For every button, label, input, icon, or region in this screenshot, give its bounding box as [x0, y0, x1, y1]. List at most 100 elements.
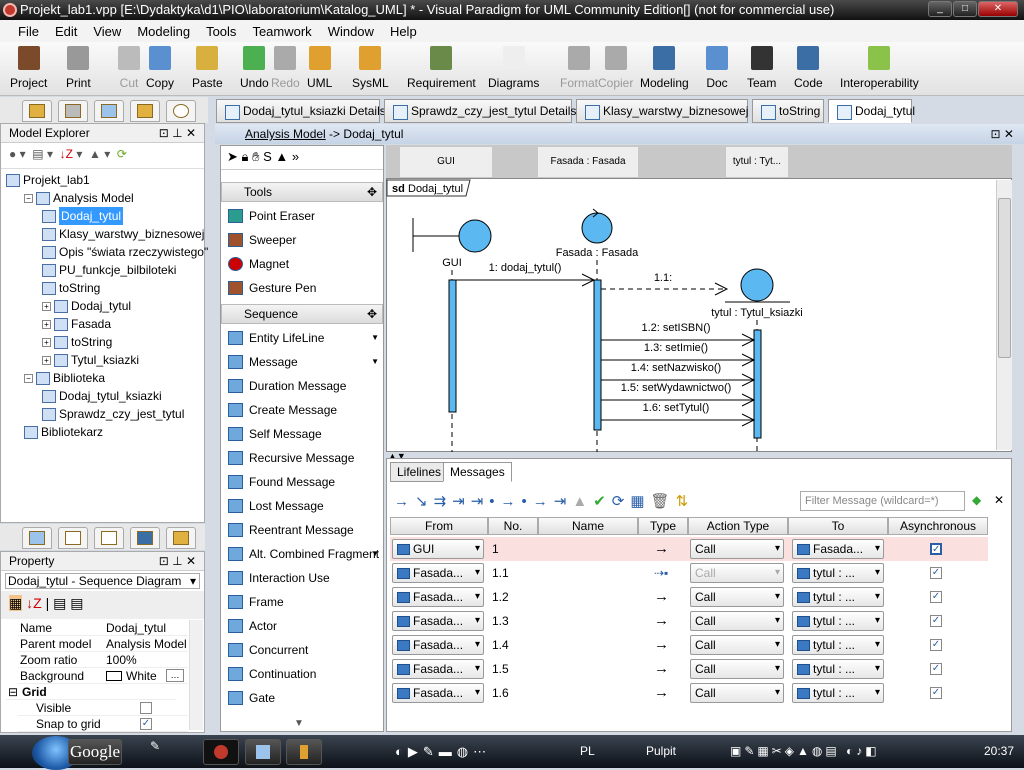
quick-launch-icons[interactable]: ◐▶✎▬◍⋯ — [395, 744, 491, 760]
tab-zoom[interactable] — [58, 527, 88, 549]
to-dropdown[interactable]: tytul : ... — [792, 611, 884, 631]
tab-diagram-navigator[interactable] — [58, 100, 88, 122]
messages-toolbar[interactable]: →↘⇉⇥⇥•→•→⇥▲✔⟳▦🗑︎⇅ — [394, 492, 694, 510]
tree-item[interactable]: Klasy_warstwy_biznesowej — [42, 225, 204, 243]
asynchronous-checkbox[interactable]: ✓ — [930, 639, 942, 651]
panel-controls[interactable]: ⊡ ⊥ ✕ — [159, 124, 204, 142]
clock[interactable]: 20:37 — [984, 744, 1014, 758]
doc-tab[interactable]: Sprawdz_czy_jest_tytul Details — [384, 99, 576, 123]
to-dropdown[interactable]: tytul : ... — [792, 659, 884, 679]
visible-checkbox[interactable] — [140, 702, 152, 714]
toolbar-interoperability-button[interactable]: Interoperability — [840, 46, 919, 90]
property-row[interactable]: Name Dodaj_tytul — [18, 620, 188, 636]
tree-item[interactable]: Projekt_lab1 — [6, 171, 90, 189]
palette-item[interactable]: Actor — [221, 615, 383, 637]
menu-modeling[interactable]: Modeling — [129, 20, 198, 42]
property-value[interactable]: Dodaj_tytul — [106, 620, 166, 636]
table-row[interactable]: Fasada... 1.5 → Call tytul : ... ✓ — [390, 657, 988, 681]
tree-item[interactable]: − Analysis Model — [24, 189, 134, 207]
action-type-dropdown[interactable]: Call — [690, 611, 784, 631]
asynchronous-checkbox[interactable]: ✓ — [930, 591, 942, 603]
toolbar-copy-button[interactable]: Copy — [146, 46, 174, 90]
to-dropdown[interactable]: tytul : ... — [792, 563, 884, 583]
tab-other[interactable] — [166, 527, 196, 549]
palette-toolbar[interactable]: ➤ 🔒︎ ✋︎ S ▲ » — [221, 146, 383, 170]
expand-toggle-icon[interactable]: + — [42, 355, 51, 365]
table-row[interactable]: Fasada... 1.1 ⇢▪ Call tytul : ... ✓ — [390, 561, 988, 585]
table-row[interactable]: Fasada... 1.2 → Call tytul : ... ✓ — [390, 585, 988, 609]
asynchronous-checkbox[interactable]: ✓ — [930, 663, 942, 675]
from-dropdown[interactable]: Fasada... — [392, 563, 484, 583]
column-header-from[interactable]: From — [390, 517, 488, 535]
menu-tools[interactable]: Tools — [198, 20, 244, 42]
task-app-2[interactable] — [245, 739, 281, 765]
palette-item[interactable]: Continuation — [221, 663, 383, 685]
chevron-down-icon[interactable]: ▼ — [371, 543, 379, 565]
breadcrumb-model-link[interactable]: Analysis Model — [245, 127, 326, 141]
tree-item[interactable]: + Tytul_ksiazki — [42, 351, 139, 369]
explorer-toolbar[interactable]: ● ▾ ▤ ▾ ↓Z ▾ ▲ ▾ ⟳ — [1, 143, 204, 169]
close-button[interactable]: ✕ — [978, 1, 1018, 17]
diagram-vertical-scrollbar[interactable] — [996, 180, 1012, 450]
toolbar-format-button[interactable]: Format — [560, 46, 598, 90]
table-row[interactable]: GUI 1 → Call Fasada... ✓ — [390, 537, 988, 561]
palette-item[interactable]: Create Message — [221, 399, 383, 421]
palette-item[interactable]: Frame — [221, 591, 383, 613]
doc-tab[interactable]: Dodaj_tytul_ksiazki Details — [216, 99, 386, 123]
palette-tool[interactable]: Point Eraser — [221, 205, 383, 227]
palette-item[interactable]: Found Message — [221, 471, 383, 493]
column-header-no[interactable]: No. — [488, 517, 538, 535]
property-group-grid[interactable]: ⊟ Grid — [6, 684, 176, 700]
tab-lifelines[interactable]: Lifelines — [390, 462, 449, 482]
property-value[interactable]: 100% — [106, 652, 137, 668]
toolbar-undo-button[interactable]: Undo — [240, 46, 269, 90]
tree-item[interactable]: Dodaj_tytul_ksiazki — [42, 387, 162, 405]
toolbar-team-button[interactable]: Team — [747, 46, 776, 90]
palette-item[interactable]: Alt. Combined Fragment ▼ — [221, 543, 383, 565]
minimize-button[interactable]: _ — [928, 1, 952, 17]
collapse-icon[interactable]: ⊟ — [8, 684, 18, 700]
expand-toggle-icon[interactable]: − — [24, 193, 33, 203]
toolbar-copier-button[interactable]: Copier — [598, 46, 633, 90]
palette-item[interactable]: Recursive Message — [221, 447, 383, 469]
tytul-entity-circle[interactable] — [740, 268, 774, 302]
filter-message-input[interactable]: Filter Message (wildcard=*) — [800, 491, 965, 511]
message-1-1-label[interactable]: 1.1: — [654, 272, 672, 284]
toolbar-modeling-button[interactable]: Modeling — [640, 46, 689, 90]
filter-clear-icon[interactable]: ✕ — [994, 493, 1004, 507]
to-dropdown[interactable]: tytul : ... — [792, 683, 884, 703]
palette-item[interactable]: Entity LifeLine ▼ — [221, 327, 383, 349]
property-row[interactable]: Background White… — [18, 668, 188, 684]
message-label[interactable]: 1.4: setNazwisko() — [631, 362, 721, 374]
toolbar-uml-button[interactable]: UML — [307, 46, 332, 90]
from-dropdown[interactable]: GUI — [392, 539, 484, 559]
menu-window[interactable]: Window — [320, 20, 382, 42]
doc-tab[interactable]: toString — [752, 99, 824, 123]
doc-tab[interactable]: Dodaj_tytul — [828, 99, 915, 123]
expand-toggle-icon[interactable]: + — [42, 301, 51, 311]
from-dropdown[interactable]: Fasada... — [392, 611, 484, 631]
toolbar-project-button[interactable]: Project — [10, 46, 47, 90]
column-header-asynchronous[interactable]: Asynchronous — [888, 517, 988, 535]
property-toolbar[interactable]: ▦ ↓Z | ▤ ▤ — [1, 591, 204, 619]
message-label[interactable]: 1.3: setImie() — [644, 342, 708, 354]
palette-item[interactable]: Gate — [221, 687, 383, 709]
fasada-control-circle[interactable] — [581, 212, 613, 244]
property-row[interactable]: Parent model Analysis Model — [18, 636, 188, 652]
palette-item[interactable]: Concurrent — [221, 639, 383, 661]
palette-item[interactable]: Lost Message — [221, 495, 383, 517]
property-scrollbar[interactable] — [189, 620, 203, 730]
table-row[interactable]: Fasada... 1.6 → Call tytul : ... ✓ — [390, 681, 988, 705]
action-type-dropdown[interactable]: Call — [690, 659, 784, 679]
action-type-dropdown[interactable]: Call — [690, 683, 784, 703]
message-label[interactable]: 1.5: setWydawnictwo() — [621, 382, 732, 394]
tree-item[interactable]: Opis "świata rzeczywistego" — [42, 243, 208, 261]
property-value[interactable]: Analysis Model — [106, 636, 187, 652]
toolbar-code-button[interactable]: Code — [794, 46, 823, 90]
menu-teamwork[interactable]: Teamwork — [244, 20, 319, 42]
palette-tool[interactable]: Magnet — [221, 253, 383, 275]
snap-checkbox[interactable]: ✓ — [140, 718, 152, 730]
chevron-down-icon[interactable]: ▼ — [371, 351, 379, 373]
property-row[interactable]: Zoom ratio 100% — [18, 652, 188, 668]
tools-section-header[interactable]: Tools ✥ — [221, 182, 383, 202]
